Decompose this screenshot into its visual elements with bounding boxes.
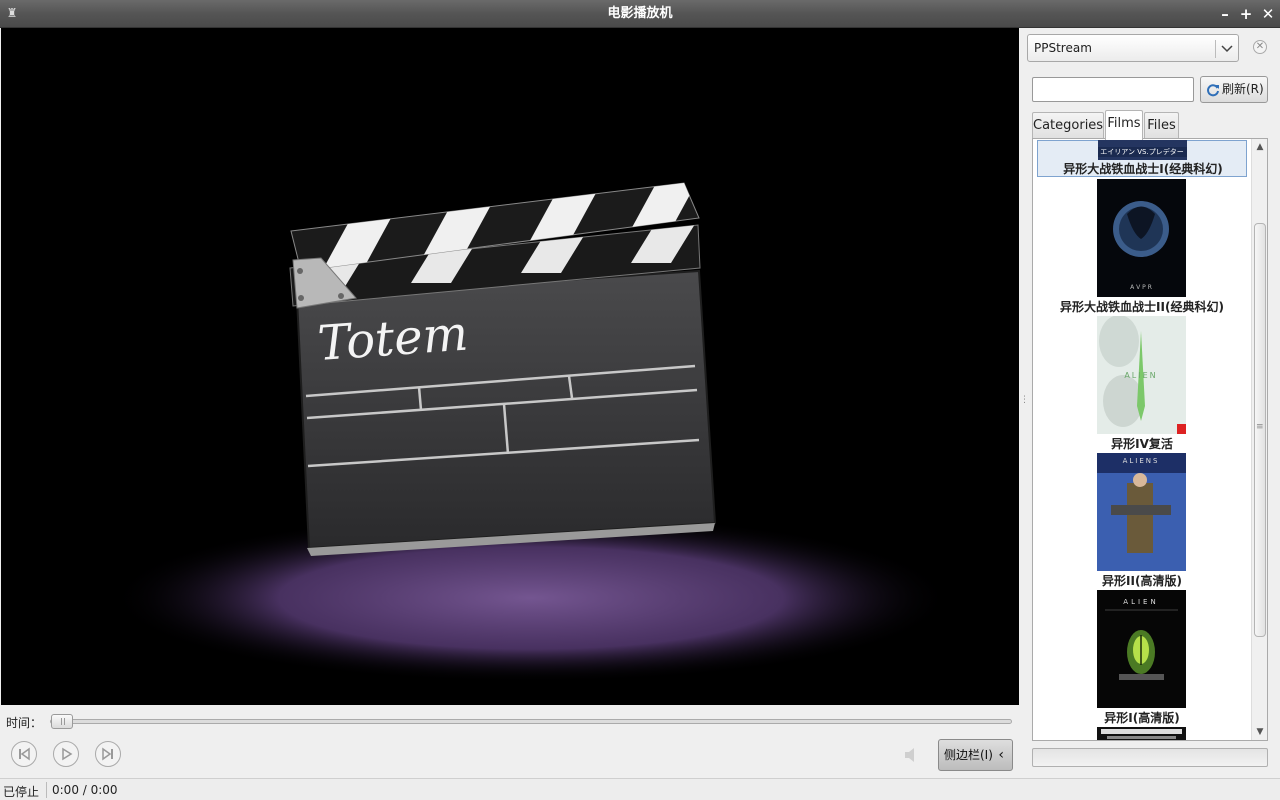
minimize-button[interactable]: – xyxy=(1216,4,1234,24)
close-button[interactable]: ✕ xyxy=(1259,4,1277,24)
poster-image: ALIEN xyxy=(1097,590,1186,708)
close-sidebar-icon[interactable]: ✕ xyxy=(1253,40,1267,54)
list-item[interactable]: A V P R 异形大战铁血战士II(经典科幻) xyxy=(1037,179,1247,314)
scrollbar-thumb[interactable] xyxy=(1254,223,1266,637)
skip-next-icon xyxy=(102,747,113,761)
list-item-label: 异形I(高清版) xyxy=(1104,711,1180,725)
svg-text:エイリアン VS.プレデター: エイリアン VS.プレデター xyxy=(1100,147,1183,156)
seek-row: 时间： xyxy=(0,710,1020,732)
scroll-up-icon[interactable]: ▲ xyxy=(1254,141,1266,153)
sidebar-toggle-label: 侧边栏(I) xyxy=(944,748,993,762)
list-item-label: 异形大战铁血战士II(经典科幻) xyxy=(1060,300,1224,314)
sidebar-progress-bar xyxy=(1032,748,1268,767)
poster-image: ALIEN xyxy=(1097,316,1186,434)
poster-image: ALIENS xyxy=(1097,453,1186,571)
seek-slider[interactable] xyxy=(50,719,1012,724)
svg-text:ALIENS: ALIENS xyxy=(1123,457,1160,465)
sidebar-toggle-button[interactable]: 侧边栏(I) ‹ xyxy=(938,739,1013,771)
tab-films[interactable]: Films xyxy=(1105,110,1143,140)
status-separator xyxy=(46,782,47,798)
skip-previous-icon xyxy=(19,747,30,761)
poster-image: A V P R xyxy=(1097,179,1186,297)
tab-files[interactable]: Files xyxy=(1144,112,1179,139)
video-area[interactable]: Totem xyxy=(1,28,1019,705)
playback-time: 0:00 / 0:00 xyxy=(52,783,118,797)
list-item[interactable]: エイリアン VS.プレデター 异形大战铁血战士I(经典科幻) xyxy=(1037,140,1247,177)
maximize-button[interactable]: + xyxy=(1237,4,1255,24)
volume-muted-icon[interactable] xyxy=(903,746,923,764)
plugin-source-value: PPStream xyxy=(1034,41,1092,55)
previous-button[interactable] xyxy=(11,741,37,767)
list-item[interactable]: ALIENS 异形II(高清版) xyxy=(1037,453,1247,588)
svg-text:ALIEN: ALIEN xyxy=(1123,598,1158,606)
poster-image xyxy=(1097,727,1186,740)
status-bar: 已停止 0:00 / 0:00 xyxy=(0,778,1280,800)
playback-state: 已停止 xyxy=(3,785,40,799)
chevron-down-icon xyxy=(1221,45,1233,53)
list-item-label: 异形IV复活 xyxy=(1111,437,1173,451)
list-item[interactable]: ALIEN 异形I(高清版) xyxy=(1037,590,1247,725)
list-item-label: 异形II(高清版) xyxy=(1102,574,1182,588)
seek-slider-handle[interactable] xyxy=(51,714,73,729)
window-title: 电影播放机 xyxy=(607,6,673,21)
svg-text:A V P R: A V P R xyxy=(1130,284,1152,291)
list-item[interactable]: ALIEN 异形IV复活 xyxy=(1037,316,1247,451)
list-item-label: 异形大战铁血战士I(经典科幻) xyxy=(1063,162,1223,176)
title-bar: ♜ 电影播放机 – + ✕ xyxy=(0,0,1280,28)
plugin-source-select[interactable]: PPStream xyxy=(1027,34,1239,62)
pane-resize-handle[interactable]: ⋮ xyxy=(1020,396,1029,410)
time-label: 时间： xyxy=(6,716,43,730)
search-input[interactable] xyxy=(1032,77,1194,102)
play-icon xyxy=(62,747,73,761)
select-separator xyxy=(1215,40,1216,58)
svg-text:ALIEN: ALIEN xyxy=(1124,371,1157,380)
film-list-scrollbar[interactable]: ▲ ▼ xyxy=(1251,139,1267,740)
chevron-left-icon: ‹ xyxy=(998,747,1004,763)
totem-logo-image: Totem xyxy=(1,28,1019,705)
refresh-label: 刷新(R) xyxy=(1222,82,1264,96)
list-item[interactable] xyxy=(1037,727,1247,740)
refresh-button[interactable]: 刷新(R) xyxy=(1200,76,1268,103)
scroll-down-icon[interactable]: ▼ xyxy=(1254,726,1266,738)
poster-image: エイリアン VS.プレデター xyxy=(1098,140,1187,160)
refresh-icon xyxy=(1207,84,1219,97)
film-list[interactable]: エイリアン VS.プレデター 异形大战铁血战士I(经典科幻) A V P R 异… xyxy=(1032,138,1268,741)
play-button[interactable] xyxy=(53,741,79,767)
next-button[interactable] xyxy=(95,741,121,767)
logo-text: Totem xyxy=(316,306,470,372)
tab-categories[interactable]: Categories xyxy=(1032,112,1104,139)
